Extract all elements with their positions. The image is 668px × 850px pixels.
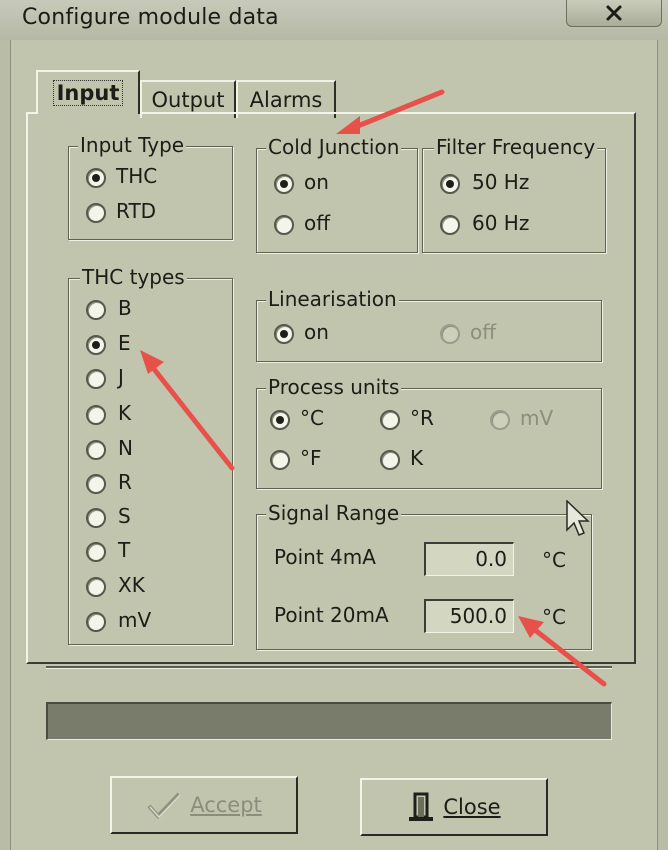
filter-60hz-label: 60 Hz <box>472 211 530 235</box>
process-units-k-radio[interactable] <box>380 450 400 470</box>
thc-type-e-radio[interactable] <box>86 335 106 355</box>
thc-type-r-radio[interactable] <box>86 474 106 494</box>
tab-alarms-label: Alarms <box>249 88 323 112</box>
tab-input[interactable]: Input <box>36 70 140 114</box>
thc-type-b-radio[interactable] <box>86 300 106 320</box>
input-type-thc-label: THC <box>116 164 158 188</box>
close-button[interactable]: Close <box>360 778 548 836</box>
linearisation-legend: Linearisation <box>266 287 399 311</box>
linearisation-off-label: off <box>470 320 497 344</box>
thc-type-j-radio[interactable] <box>86 369 106 389</box>
input-type-rtd-radio[interactable] <box>86 203 106 223</box>
thc-type-s-label: S <box>118 504 131 528</box>
process-units-r-label: °R <box>410 406 434 430</box>
thc-type-n-label: N <box>118 436 133 460</box>
accept-label: Accept <box>190 793 262 817</box>
door-exit-icon <box>409 792 434 821</box>
thc-type-t-label: T <box>118 538 131 562</box>
filter-60hz-radio[interactable] <box>440 215 460 235</box>
process-units-mv-radio[interactable] <box>490 410 510 430</box>
point-20ma-label: Point 20mA <box>274 603 389 627</box>
process-units-mv-label: mV <box>520 406 554 430</box>
point-20ma-input[interactable]: 500.0 <box>424 599 514 633</box>
cold-junction-group <box>256 148 418 253</box>
process-units-f-label: °F <box>300 446 322 470</box>
thc-type-mv-radio[interactable] <box>86 612 106 632</box>
thc-type-mv-label: mV <box>118 608 152 632</box>
filter-frequency-legend: Filter Frequency <box>434 135 598 159</box>
thc-type-s-radio[interactable] <box>86 508 106 528</box>
thc-type-b-label: B <box>118 296 132 320</box>
window-close-button[interactable] <box>566 0 662 27</box>
thc-type-t-radio[interactable] <box>86 542 106 562</box>
window-title: Configure module data <box>22 5 279 30</box>
point-20ma-unit: °C <box>542 605 566 629</box>
cold-junction-on-radio[interactable] <box>274 174 294 194</box>
progress-bar <box>46 702 612 740</box>
tab-input-label: Input <box>52 80 124 106</box>
thc-types-legend: THC types <box>80 265 187 289</box>
mouse-cursor-icon <box>566 500 590 536</box>
process-units-f-radio[interactable] <box>270 450 290 470</box>
input-type-rtd-label: RTD <box>116 199 157 223</box>
thc-type-n-radio[interactable] <box>86 440 106 460</box>
checkmark-icon <box>147 792 181 819</box>
close-icon <box>606 5 622 21</box>
thc-type-r-label: R <box>118 470 132 494</box>
linearisation-off-radio[interactable] <box>440 324 460 344</box>
input-type-group <box>68 146 233 240</box>
point-4ma-input[interactable]: 0.0 <box>424 542 514 576</box>
cold-junction-on-label: on <box>304 170 329 194</box>
point-4ma-unit: °C <box>542 548 566 572</box>
filter-frequency-group <box>422 148 606 253</box>
thc-type-e-label: E <box>118 331 131 355</box>
filter-50hz-label: 50 Hz <box>472 170 530 194</box>
thc-type-xk-label: XK <box>118 573 145 597</box>
input-type-thc-radio[interactable] <box>86 168 106 188</box>
filter-50hz-radio[interactable] <box>440 174 460 194</box>
thc-type-xk-radio[interactable] <box>86 577 106 597</box>
input-type-legend: Input Type <box>78 133 187 157</box>
thc-type-k-radio[interactable] <box>86 405 106 425</box>
thc-type-k-label: K <box>118 401 132 425</box>
thc-type-j-label: J <box>118 365 124 389</box>
signal-range-legend: Signal Range <box>266 501 402 525</box>
cold-junction-off-label: off <box>304 211 331 235</box>
accept-button[interactable]: Accept <box>110 776 298 834</box>
close-label: Close <box>443 795 501 819</box>
cold-junction-off-radio[interactable] <box>274 215 294 235</box>
point-4ma-label: Point 4mA <box>274 545 376 569</box>
process-units-c-radio[interactable] <box>270 410 290 430</box>
process-units-r-radio[interactable] <box>380 410 400 430</box>
cold-junction-legend: Cold Junction <box>266 135 402 159</box>
linearisation-on-label: on <box>304 320 329 344</box>
separator-line <box>46 666 612 669</box>
process-units-group <box>256 388 602 489</box>
process-units-k-label: K <box>410 446 424 470</box>
tab-output-label: Output <box>151 88 225 112</box>
process-units-legend: Process units <box>266 375 402 399</box>
process-units-c-label: °C <box>300 406 324 430</box>
linearisation-on-radio[interactable] <box>274 324 294 344</box>
